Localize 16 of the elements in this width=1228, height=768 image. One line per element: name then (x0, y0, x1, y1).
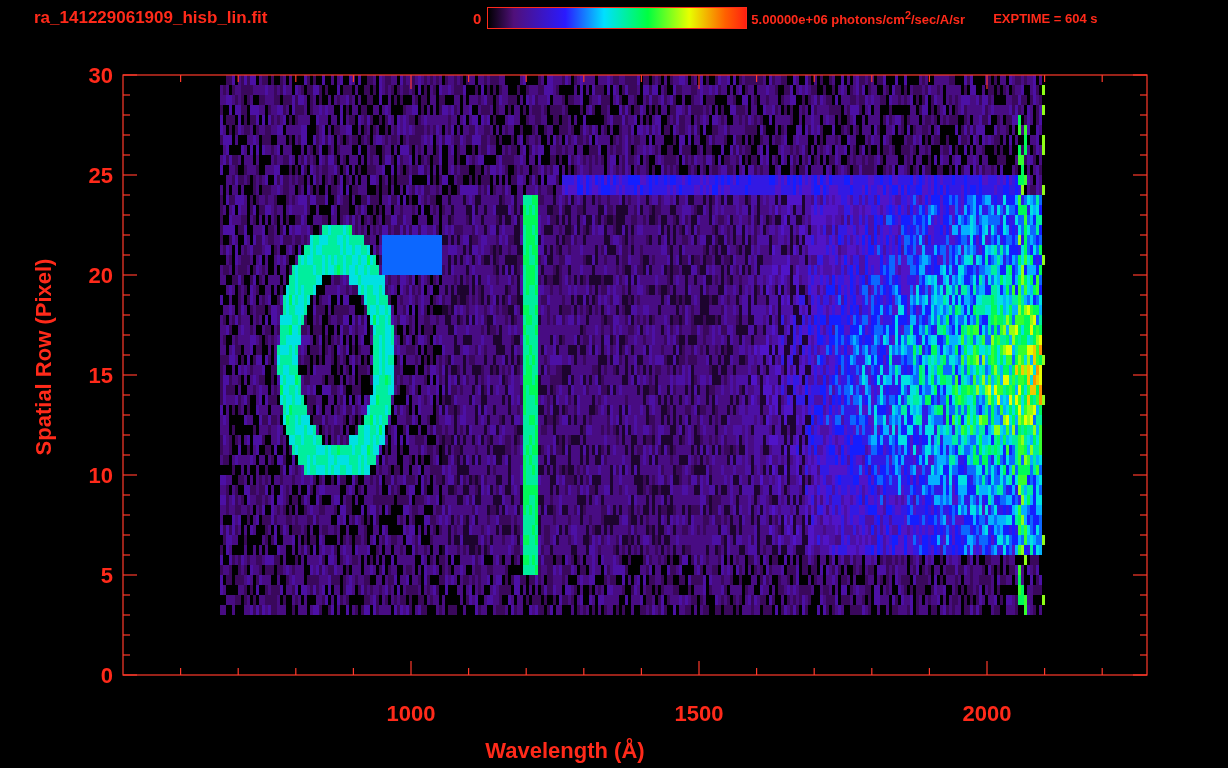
exposure-time: EXPTIME = 604 s (993, 10, 1098, 26)
x-tick-label: 1000 (386, 701, 436, 726)
x-tick-label: 1500 (674, 701, 724, 726)
y-tick-label: 15 (88, 363, 113, 388)
y-axis-title: Spatial Row (Pixel) (31, 258, 56, 456)
y-tick-label: 25 (88, 163, 113, 188)
y-tick-label: 20 (88, 263, 113, 288)
x-axis-title: Wavelength (Å) (485, 738, 645, 763)
colorbar-min-label: 0 (473, 9, 482, 27)
y-tick-label: 5 (100, 563, 113, 588)
x-tick-label: 2000 (962, 701, 1012, 726)
colorbar-max-label: 5.00000e+06 photons/cm$^{2}$/sec/A/sr (751, 8, 966, 28)
y-tick-label: 30 (88, 63, 113, 88)
y-tick-label: 0 (100, 663, 113, 688)
file-name: ra_141229061909_hisb_lin.fit (34, 8, 269, 28)
y-tick-label: 10 (88, 463, 113, 488)
